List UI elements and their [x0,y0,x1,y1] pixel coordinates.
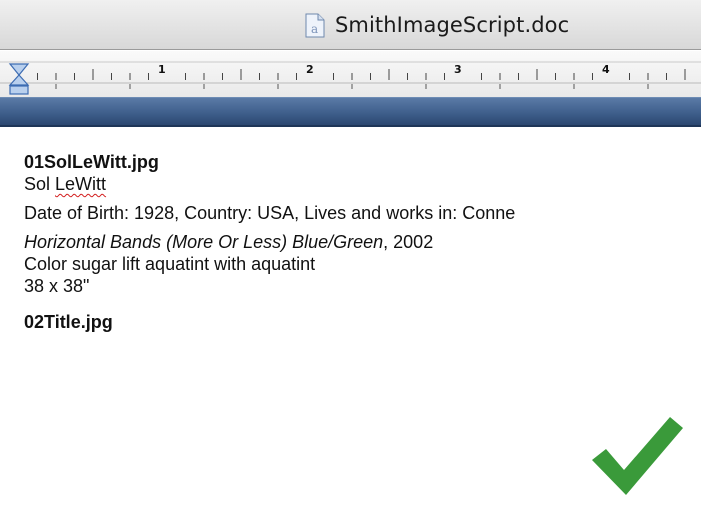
entry1-details: Date of Birth: 1928, Country: USA, Lives… [24,203,516,223]
page-top-band [0,97,701,127]
document-body[interactable]: 01SolLeWitt.jpg Sol LeWitt Date of Birth… [24,151,701,333]
entry1-work: Horizontal Bands (More Or Less) Blue/Gre… [24,231,701,253]
entry1-artist-last: LeWitt [55,174,107,194]
entry1-artist: Sol LeWitt [24,173,701,195]
word-document-icon: a [305,13,325,38]
entry1-size: 38 x 38" [24,276,90,296]
entry1-filename: 01SolLeWitt.jpg [24,152,159,172]
ruler-ticks [18,69,686,89]
entry1-medium: Color sugar lift aquatint with aquatint [24,254,316,274]
ruler-number: 1 [158,63,166,76]
window-title-group: a SmithImageScript.doc [305,12,569,38]
window-titlebar: a SmithImageScript.doc [0,0,701,50]
ruler-number: 2 [306,63,314,76]
window-title: SmithImageScript.doc [335,13,570,37]
ruler[interactable]: 1 2 3 4 [0,51,701,97]
entry1-artist-first: Sol [24,174,56,194]
ruler-number: 3 [454,63,462,76]
entry1-work-year: , 2002 [383,232,434,252]
ruler-numbers: 1 2 3 4 [158,63,610,76]
ruler-number: 4 [602,63,610,76]
indent-marker-icon[interactable] [8,63,30,95]
entry2-filename: 02Title.jpg [24,312,113,332]
entry1-work-title: Horizontal Bands (More Or Less) Blue/Gre… [24,232,384,252]
svg-text:a: a [311,22,318,36]
checkmark-icon [592,417,683,495]
